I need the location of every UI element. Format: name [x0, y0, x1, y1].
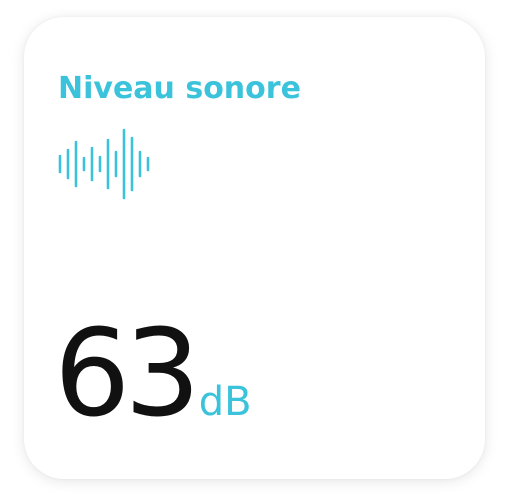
card-title: Niveau sonore: [58, 71, 301, 106]
noise-level-card[interactable]: Niveau sonore 63 dB: [24, 17, 485, 479]
noise-unit: dB: [198, 379, 252, 425]
sound-wave-icon: [58, 128, 150, 200]
noise-reading: 63 dB: [54, 305, 252, 445]
noise-value: 63: [54, 305, 201, 444]
